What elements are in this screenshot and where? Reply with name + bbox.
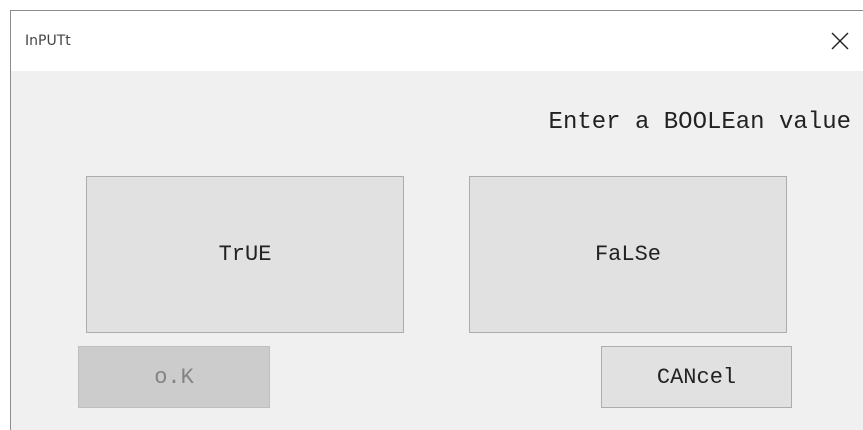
- cancel-button[interactable]: CANcel: [601, 346, 792, 408]
- title-bar: InPUTt: [11, 11, 863, 71]
- input-dialog-window: InPUTt Enter a BOOLEan value TrUE FaLSe …: [10, 10, 863, 430]
- ok-button[interactable]: o.K: [78, 346, 270, 408]
- close-button[interactable]: [817, 11, 863, 71]
- close-icon: [831, 32, 849, 50]
- prompt-label: Enter a BOOLEan value: [548, 109, 851, 136]
- true-button[interactable]: TrUE: [86, 176, 404, 333]
- false-button[interactable]: FaLSe: [469, 176, 787, 333]
- window-title: InPUTt: [25, 33, 71, 49]
